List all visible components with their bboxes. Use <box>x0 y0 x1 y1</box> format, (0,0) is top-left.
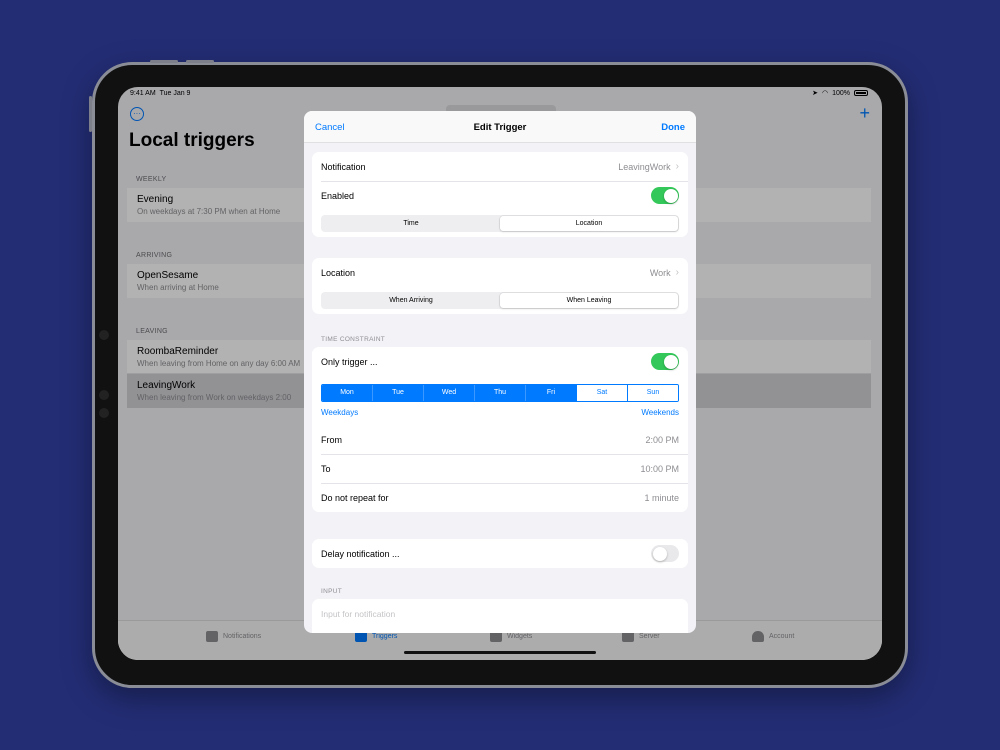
done-button[interactable]: Done <box>661 122 685 133</box>
notification-label: Notification <box>321 161 366 172</box>
camera-dot <box>99 390 109 400</box>
to-label: To <box>321 463 331 474</box>
input-header: INPUT <box>321 588 342 595</box>
input-field[interactable]: Input for notification <box>321 609 395 619</box>
input-cell[interactable]: Input for notification <box>312 599 688 628</box>
location-group: Location Work › When Arriving When Leavin… <box>312 258 688 314</box>
sheet-title: Edit Trigger <box>473 122 527 133</box>
from-value: 2:00 PM <box>645 434 679 445</box>
location-value: Work › <box>649 267 679 278</box>
day-mon[interactable]: Mon <box>322 385 372 401</box>
segment-location[interactable]: Location <box>500 216 678 231</box>
repeat-cell[interactable]: Do not repeat for 1 minute <box>312 483 688 512</box>
trigger-type-wrap: Time Location <box>312 210 688 237</box>
segment-when-arriving[interactable]: When Arriving <box>322 293 500 308</box>
segment-time[interactable]: Time <box>322 216 500 231</box>
from-label: From <box>321 434 342 445</box>
segment-when-leaving[interactable]: When Leaving <box>500 293 678 308</box>
enabled-toggle[interactable] <box>651 187 679 204</box>
delay-group: Delay notification ... <box>312 539 688 568</box>
notification-value: LeavingWork › <box>618 161 679 172</box>
day-wed[interactable]: Wed <box>423 385 474 401</box>
event-type-wrap: When Arriving When Leaving <box>312 287 688 314</box>
time-constraint-header: TIME CONSTRAINT <box>321 336 386 343</box>
enabled-cell: Enabled <box>312 181 688 210</box>
to-value: 10:00 PM <box>640 463 679 474</box>
trigger-type-segment: Time Location <box>321 215 679 232</box>
volume-button <box>89 96 92 132</box>
weekdays-button[interactable]: Weekdays <box>321 408 358 417</box>
day-thu[interactable]: Thu <box>474 385 525 401</box>
home-indicator <box>404 651 596 654</box>
only-trigger-label: Only trigger ... <box>321 356 378 367</box>
only-trigger-toggle[interactable] <box>651 353 679 370</box>
camera-dot <box>99 408 109 418</box>
notification-cell[interactable]: Notification LeavingWork › <box>312 152 688 181</box>
day-shortcuts: Weekdays Weekends <box>312 402 688 425</box>
trigger-general-group: Notification LeavingWork › Enabled Time L… <box>312 152 688 237</box>
from-cell[interactable]: From 2:00 PM <box>312 425 688 454</box>
day-tue[interactable]: Tue <box>372 385 423 401</box>
chevron-right-icon: › <box>675 267 679 278</box>
delay-cell: Delay notification ... <box>312 539 688 568</box>
chevron-right-icon: › <box>675 161 679 172</box>
day-sat[interactable]: Sat <box>576 385 627 401</box>
input-group: Input for notification <box>312 599 688 633</box>
camera-dot <box>99 330 109 340</box>
repeat-label: Do not repeat for <box>321 492 389 503</box>
day-fri[interactable]: Fri <box>525 385 576 401</box>
top-button <box>150 60 178 63</box>
location-label: Location <box>321 267 356 278</box>
top-button <box>186 60 214 63</box>
location-cell[interactable]: Location Work › <box>312 258 688 287</box>
screen: 9:41 AM Tue Jan 9 ➤ ◠ 100% ··· + Local t… <box>118 87 882 660</box>
day-sun[interactable]: Sun <box>627 385 678 401</box>
edit-trigger-sheet: Cancel Edit Trigger Done Notification Le… <box>304 111 696 633</box>
sheet-nav-bar: Cancel Edit Trigger Done <box>304 111 696 143</box>
repeat-value: 1 minute <box>644 492 679 503</box>
delay-toggle[interactable] <box>651 545 679 562</box>
time-constraint-group: Only trigger ... Mon Tue Wed Thu Fri Sat… <box>312 347 688 512</box>
weekends-button[interactable]: Weekends <box>641 408 679 417</box>
to-cell[interactable]: To 10:00 PM <box>312 454 688 483</box>
only-trigger-cell: Only trigger ... <box>312 347 688 376</box>
enabled-label: Enabled <box>321 190 355 201</box>
weekday-picker: Mon Tue Wed Thu Fri Sat Sun <box>321 384 679 402</box>
event-type-segment: When Arriving When Leaving <box>321 292 679 309</box>
delay-label: Delay notification ... <box>321 548 400 559</box>
